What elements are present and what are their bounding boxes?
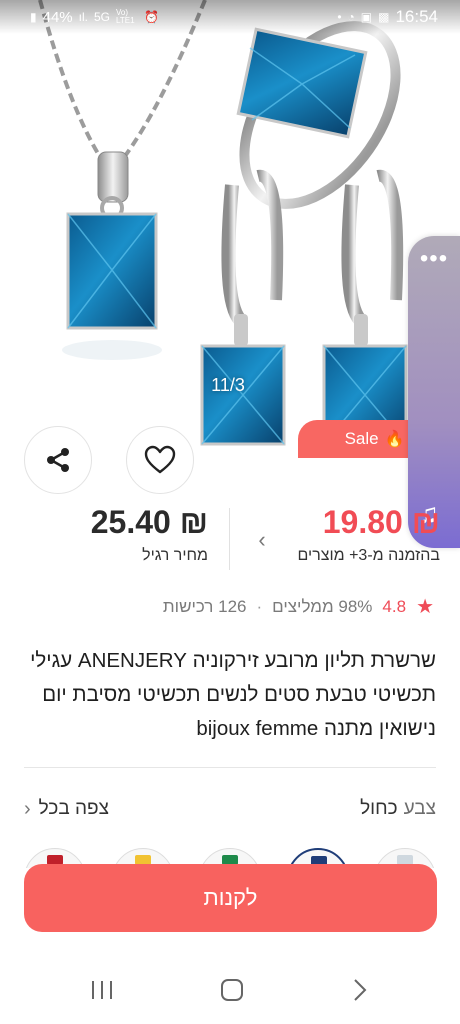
share-icon <box>47 448 69 472</box>
more-dots-icon[interactable]: ••• <box>408 247 460 271</box>
favorite-button[interactable] <box>126 426 194 494</box>
regular-price-amount: 25.40 ₪ <box>90 504 208 540</box>
alarm-icon: ⏰ <box>144 10 159 24</box>
divider <box>24 767 436 768</box>
recents-glyph <box>92 981 112 999</box>
dot-icon: • <box>337 10 342 24</box>
recents-icon[interactable] <box>82 974 122 1006</box>
photo-icon: ▣ <box>360 10 373 24</box>
recommend-percent: 98% ממליצים <box>272 596 373 616</box>
arrow-right-icon[interactable]: → <box>404 58 434 88</box>
flame-icon: 🔥 <box>384 431 405 448</box>
bulk-price-amount: 19.80 ₪ <box>322 504 440 540</box>
see-all-label: צפה בכל <box>38 798 109 819</box>
bulk-price-caption: בהזמנה מ-3+ מוצרים <box>297 547 440 564</box>
battery-level: 44% <box>42 8 73 26</box>
signal-icon: ıl. <box>78 10 88 24</box>
buy-button[interactable]: לקנות <box>24 864 437 932</box>
rating-row[interactable]: ★ 4.8 98% ממליצים · 126 רכישות <box>163 594 434 619</box>
floating-assistant-widget[interactable]: ••• ♫ <box>408 236 460 548</box>
status-bar: ▮ 44% ıl. 5G Vo) LTE1 ⏰ • ◔ ▣ ▩ 16:54 <box>0 0 460 34</box>
separator-dot: · <box>256 596 263 616</box>
regular-price: 25.40 ₪ מחיר רגיל <box>60 504 208 565</box>
home-glyph <box>221 979 243 1001</box>
battery-icon: ▮ <box>30 10 37 24</box>
bulk-price[interactable]: 19.80 ₪ בהזמנה מ-3+ מוצרים <box>270 504 440 565</box>
product-title: שרשרת תליון מרובע זירקוניה ANENJERY עגיל… <box>30 649 436 740</box>
home-icon[interactable] <box>212 974 252 1006</box>
status-left: ▮ 44% ıl. 5G Vo) LTE1 ⏰ <box>30 9 159 26</box>
variant-key: צבע <box>403 798 436 819</box>
jewelry-set-image <box>38 0 408 446</box>
back-icon[interactable] <box>340 974 380 1006</box>
purchase-count: 126 רכישות <box>162 596 247 616</box>
star-icon: ★ <box>416 596 434 618</box>
regular-price-caption: מחיר רגיל <box>142 547 208 564</box>
chevron-left-icon: ‹ <box>24 797 31 820</box>
network-type: 5G <box>93 10 110 24</box>
variant-label: צבע כחול <box>360 798 436 820</box>
see-all-link[interactable]: צפה בכל ‹ <box>24 798 109 821</box>
image-page-counter: 11/3 <box>211 375 245 395</box>
rating-score: 4.8 <box>382 596 407 616</box>
price-divider <box>229 508 230 570</box>
system-nav-bar <box>0 952 460 1024</box>
variant-value: כחול <box>360 798 398 819</box>
volte-indicator: Vo) LTE1 <box>116 8 135 25</box>
clock: 16:54 <box>395 7 438 26</box>
chat-icon: ◔ <box>347 10 355 24</box>
back-glyph <box>354 979 367 1001</box>
gallery-icon: ▩ <box>378 10 390 24</box>
share-button[interactable] <box>24 426 92 494</box>
variant-selector[interactable]: צבע כחול צפה בכל ‹ <box>24 794 436 824</box>
status-right: • ◔ ▣ ▩ 16:54 <box>337 7 438 27</box>
sale-label: Sale <box>344 429 379 448</box>
product-image-gallery[interactable]: ▮ 44% ıl. 5G Vo) LTE1 ⏰ • ◔ ▣ ▩ 16:54 → … <box>0 0 460 470</box>
heart-icon <box>144 445 176 474</box>
chevron-left-icon[interactable]: ‹ <box>253 528 271 552</box>
